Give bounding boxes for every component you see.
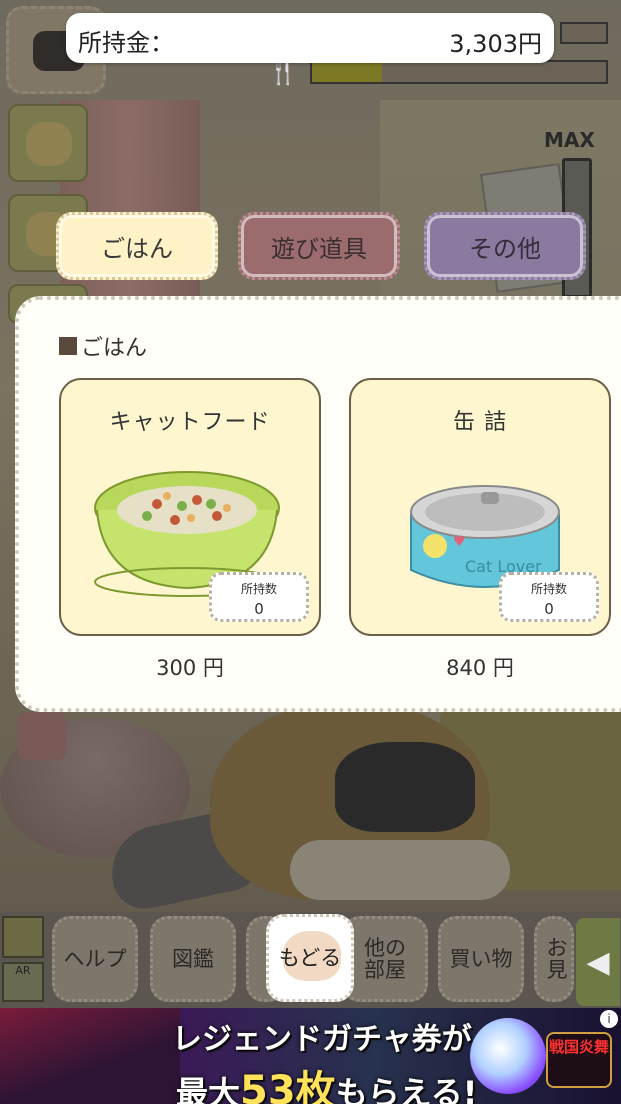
help-label: ヘルプ bbox=[63, 946, 127, 971]
ad-info-icon[interactable]: i bbox=[600, 1010, 618, 1028]
owned-label: 所持数 bbox=[240, 582, 277, 596]
encyclopedia-button[interactable]: 図鑑 bbox=[150, 916, 236, 1002]
item-name: キャットフード bbox=[109, 410, 271, 435]
ad-subline-number: 53枚 bbox=[240, 1068, 336, 1104]
cat-bow bbox=[335, 742, 475, 832]
ad-disco-ball-image bbox=[470, 1018, 546, 1094]
item-price: 300 円 bbox=[156, 656, 224, 680]
back-button[interactable]: もどる bbox=[266, 914, 354, 1002]
item-name: 缶 詰 bbox=[453, 410, 507, 435]
ad-subline-post: もらえる! bbox=[335, 1074, 478, 1104]
ar-label: AR bbox=[15, 964, 31, 977]
tab-toys[interactable]: 遊び道具 bbox=[238, 212, 400, 280]
shop-item-cat-food[interactable]: キャットフード 所持数 0 bbox=[59, 378, 321, 636]
tab-other[interactable]: その他 bbox=[424, 212, 586, 280]
owned-count: 0 bbox=[254, 600, 264, 618]
partial-menu-label: お見 bbox=[546, 935, 568, 982]
shopping-label: 買い物 bbox=[449, 946, 513, 971]
cat-icon bbox=[26, 122, 72, 166]
ar-button[interactable]: AR bbox=[2, 962, 44, 1002]
owned-count-box: 所持数 0 bbox=[209, 572, 309, 622]
other-room-button[interactable]: 他の 部屋 bbox=[342, 916, 428, 1002]
section-title-text: ごはん bbox=[81, 336, 148, 361]
other-room-label-2: 部屋 bbox=[364, 958, 406, 982]
owned-count: 0 bbox=[544, 600, 554, 618]
cat-paws bbox=[290, 840, 510, 900]
side-menu-cat-status[interactable] bbox=[8, 104, 88, 182]
help-button[interactable]: ヘルプ bbox=[52, 916, 138, 1002]
encyclopedia-label: 図鑑 bbox=[172, 946, 214, 971]
shop-item-canned-food[interactable]: 缶 詰 Cat Lover ♥ 所持数 0 bbox=[349, 378, 611, 636]
ad-subline: 最大53枚もらえる! bbox=[176, 1058, 477, 1104]
square-bullet-icon bbox=[59, 337, 77, 355]
ad-subline-pre: 最大 bbox=[176, 1074, 241, 1104]
ad-banner[interactable]: レジェンドガチャ券が 最大53枚もらえる! 戦国炎舞 bbox=[0, 1008, 621, 1104]
money-value: 3,303円 bbox=[449, 30, 542, 58]
money-label: 所持金： bbox=[78, 29, 174, 57]
hunger-bar bbox=[310, 60, 608, 84]
flower-pot bbox=[18, 712, 66, 760]
status-bar-top bbox=[560, 22, 608, 44]
money-display: 所持金： 3,303円 bbox=[66, 13, 554, 63]
ad-headline: レジェンドガチャ券が bbox=[172, 1022, 472, 1057]
ad-character-image bbox=[0, 1008, 180, 1104]
section-title: ごはん bbox=[59, 330, 147, 362]
owned-count-box: 所持数 0 bbox=[499, 572, 599, 622]
hunger-bar-fill bbox=[312, 62, 382, 82]
toggle-view-icon[interactable] bbox=[2, 916, 44, 958]
gauge-max-label: MAX bbox=[544, 128, 595, 152]
partial-menu-button[interactable]: お見 bbox=[534, 916, 574, 1002]
owned-label: 所持数 bbox=[530, 582, 567, 596]
shop-panel: ごはん キャットフード 所持数 0 缶 詰 Cat Lover ♥ 所持数 0 … bbox=[15, 296, 621, 712]
other-room-label-1: 他の bbox=[364, 935, 406, 960]
ad-game-logo: 戦国炎舞 bbox=[546, 1032, 612, 1088]
menu-scroll-left-arrow-icon[interactable]: ◀ bbox=[576, 918, 620, 1006]
back-label: もどる bbox=[278, 945, 342, 970]
item-price: 840 円 bbox=[446, 656, 514, 680]
tab-food[interactable]: ごはん bbox=[56, 212, 218, 280]
svg-text:♥: ♥ bbox=[453, 534, 466, 550]
shopping-button[interactable]: 買い物 bbox=[438, 916, 524, 1002]
